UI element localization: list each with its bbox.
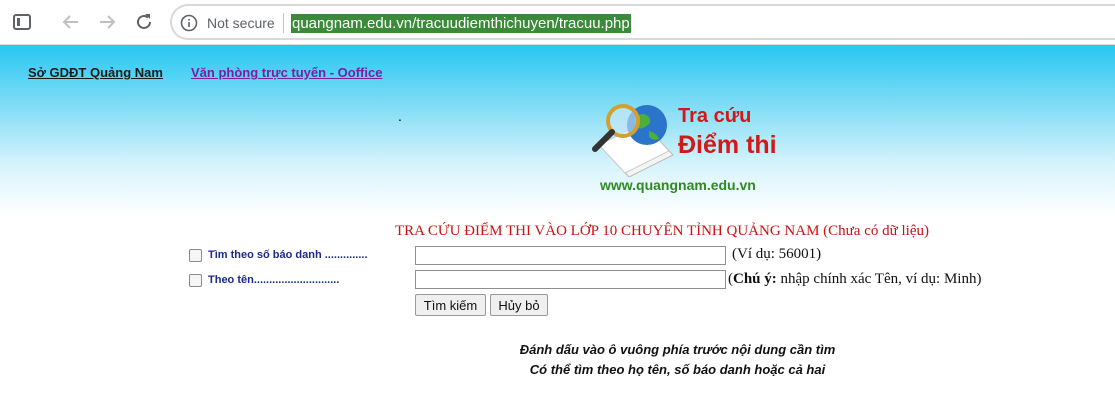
instruction-text-1: Đánh dấu vào ô vuông phía trước nội dung… bbox=[519, 342, 836, 357]
forward-arrow-icon[interactable] bbox=[94, 9, 120, 35]
info-icon[interactable] bbox=[180, 14, 198, 32]
sbd-checkbox[interactable] bbox=[189, 249, 202, 262]
sbd-label: Tìm theo số báo danh .............. bbox=[208, 249, 368, 261]
url-text[interactable]: quangnam.edu.vn/tracuudiemthichuyen/trac… bbox=[291, 14, 631, 33]
name-checkbox[interactable] bbox=[189, 274, 202, 287]
lookup-logo: Tra cứu Điểm thi www.quangnam.edu.vn bbox=[585, 97, 785, 199]
search-button[interactable]: Tìm kiếm bbox=[415, 294, 486, 316]
sbd-input[interactable] bbox=[415, 246, 726, 265]
logo-line-1: Tra cứu bbox=[678, 105, 752, 127]
cancel-button[interactable]: Hủy bỏ bbox=[490, 294, 548, 316]
address-bar[interactable]: Not secure quangnam.edu.vn/tracuudiemthi… bbox=[170, 4, 1115, 40]
divider bbox=[283, 13, 284, 33]
instruction-line-1: Đánh dấu vào ô vuông phía trước nội dung… bbox=[0, 342, 1115, 357]
instruction-text-2: Có thể tìm theo họ tên, số báo danh hoặc… bbox=[529, 362, 826, 377]
logo-site: www.quangnam.edu.vn bbox=[600, 177, 756, 193]
name-hint: (Chú ý: nhập chính xác Tên, ví dụ: Minh) bbox=[728, 271, 981, 288]
stray-dot: . bbox=[398, 108, 402, 124]
page-title: TRA CỨU ĐIỂM THI VÀO LỚP 10 CHUYÊN TỈNH … bbox=[395, 223, 929, 239]
name-hint-bold: Chú ý: bbox=[733, 271, 777, 287]
office-link[interactable]: Văn phòng trực tuyến - Ooffice bbox=[191, 65, 382, 80]
name-label: Theo tên............................ bbox=[208, 274, 340, 286]
instruction-line-2: Có thể tìm theo họ tên, số báo danh hoặc… bbox=[0, 362, 1115, 377]
magnifier-globe-icon bbox=[592, 104, 674, 177]
name-input[interactable] bbox=[415, 270, 726, 289]
sidebar-toggle-icon[interactable] bbox=[9, 9, 35, 35]
logo-line-2: Điểm thi bbox=[678, 131, 777, 159]
page-content: Sở GDĐT Quảng Nam Văn phòng trực tuyến -… bbox=[0, 45, 1115, 395]
browser-toolbar: Not secure quangnam.edu.vn/tracuudiemthi… bbox=[0, 0, 1115, 45]
sbd-hint: (Ví dụ: 56001) bbox=[732, 246, 822, 262]
name-hint-rest: nhập chính xác Tên, ví dụ: Minh) bbox=[776, 271, 982, 287]
home-link[interactable]: Sở GDĐT Quảng Nam bbox=[28, 65, 163, 80]
back-arrow-icon[interactable] bbox=[58, 9, 84, 35]
security-status: Not secure bbox=[207, 15, 275, 31]
reload-icon[interactable] bbox=[131, 9, 157, 35]
header-banner bbox=[0, 45, 1115, 215]
